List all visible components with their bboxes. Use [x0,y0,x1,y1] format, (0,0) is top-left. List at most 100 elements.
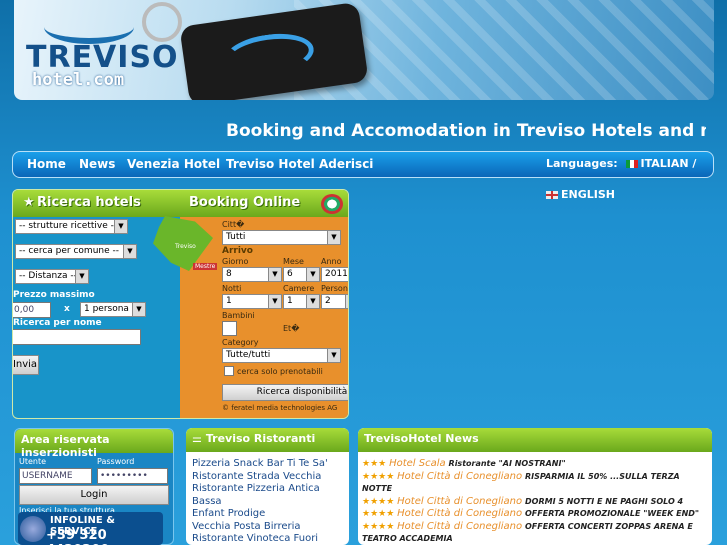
login-button[interactable]: Login [19,485,169,505]
news-title: TrevisoHotel News [358,428,712,452]
news-hotel[interactable]: Hotel Città di Conegliano [397,496,522,507]
header-banner: TREVISO hotel.com [14,0,714,100]
map-label-mestre[interactable]: Mestre [193,263,218,270]
languages-label: Languages: [546,157,618,170]
ristorante-link[interactable]: Enfant Prodige [192,508,328,521]
search-panel: ★ Ricerca hotels Booking Online -- strut… [12,189,349,419]
news-hotel[interactable]: Hotel Città di Conegliano [397,508,522,519]
infoline-banner[interactable]: INFOLINE & SERVICE +39 320 4420200 [18,512,163,545]
logo-sub: hotel.com [32,70,125,90]
prenotabili-checkbox[interactable] [224,366,234,376]
camere-label: Camere [283,284,315,293]
chevron-down-icon: ▼ [306,268,319,281]
news-panel: TrevisoHotel News ★★★ Hotel Scala Ristor… [358,428,712,545]
nav-treviso-hotel[interactable]: Treviso Hotel [226,157,315,171]
news-text[interactable]: OFFERTA PROMOZIONALE "WEEK END" [525,509,699,518]
ristorante-link[interactable]: Ristorante Pizzeria Antica [192,483,328,496]
news-item[interactable]: ★★★ Hotel Scala Ristorante "AI NOSTRANI" [362,458,707,471]
nav-home[interactable]: Home [27,157,66,171]
nav-news[interactable]: News [79,157,115,171]
persona-select[interactable]: 1 persona ▼ [80,302,146,317]
arrivo-label: Arrivo [222,246,253,256]
page: TREVISO hotel.com Booking and Accomodati… [0,0,727,545]
chevron-down-icon: ▼ [268,268,281,281]
bambini-input[interactable] [222,321,237,336]
chevron-down-icon: ▼ [114,220,127,233]
citta-select[interactable]: Tutti ▼ [222,230,341,245]
feratel-credit[interactable]: © feratel media technologies AG [222,404,337,412]
map-label-treviso: Treviso [175,243,196,250]
anno-select[interactable]: 2011▼ [321,267,348,282]
eta-label: Et� [283,324,300,333]
news-item[interactable]: ★★★★ Hotel Città di Conegliano OFFERTA C… [362,521,707,545]
ristoranti-title: Treviso Ristoranti [205,432,316,445]
nome-input[interactable] [13,329,141,345]
ristorante-link[interactable]: Pizzeria Snack Bar Ti Te Sa' [192,458,328,471]
lang-english[interactable]: ENGLISH [561,188,615,201]
news-item[interactable]: ★★★★ Hotel Città di Conegliano OFFERTA P… [362,508,707,521]
prenotabili-label: cerca solo prenotabili [237,367,323,376]
star-rating-icon: ★★★★ [362,509,395,519]
category-label: Category [222,338,259,347]
notti-label: Notti [222,284,242,293]
news-item[interactable]: ★★★★ Hotel Città di Conegliano DORMI 5 N… [362,496,707,509]
comune-select[interactable]: -- cerca per comune -- ▼ [15,244,137,259]
ristoranti-header: ⚌ Treviso Ristoranti [186,428,349,452]
times-symbol: x [64,304,70,314]
chevron-down-icon: ▼ [75,270,88,283]
password-field[interactable]: ••••••••• [97,468,168,484]
giorno-select[interactable]: 8 ▼ [222,267,282,282]
ristorante-link[interactable]: Ristorante Strada Vecchia [192,471,328,484]
distanza-select[interactable]: -- Distanza -- ▼ [15,269,89,284]
anno-label: Anno [321,257,342,266]
nav-venezia-hotel[interactable]: Venezia Hotel [127,157,220,171]
nav-aderisci[interactable]: Aderisci [319,157,373,171]
news-list: ★★★ Hotel Scala Ristorante "AI NOSTRANI"… [362,458,707,545]
lang-italian[interactable]: ITALIAN / [641,157,697,170]
nome-label: Ricerca per nome [13,318,102,328]
news-text[interactable]: Ristorante "AI NOSTRANI" [449,459,566,468]
mese-select[interactable]: 6 ▼ [283,267,320,282]
strutture-select[interactable]: -- strutture ricettive -- ▼ [15,219,128,234]
chevron-down-icon: ▼ [327,349,340,362]
star-rating-icon: ★★★ [362,459,387,469]
chevron-down-icon: ▼ [132,303,145,316]
news-hotel[interactable]: Hotel Città di Conegliano [397,471,522,482]
persone-label: Persone [321,284,348,293]
ricerca-hotels-title: Ricerca hotels [37,195,141,210]
news-text[interactable]: DORMI 5 NOTTI E NE PAGHI SOLO 4 [525,497,683,506]
chevron-down-icon: ▼ [268,295,281,308]
feratel-logo-icon [321,194,343,214]
bambini-label: Bambini [222,311,255,320]
invia-button[interactable]: Invia [13,355,39,375]
area-riservata-title: Area riservata inserzionisti [15,429,173,459]
language-selector: Languages: ITALIAN / [546,157,696,170]
username-field[interactable]: USERNAME [19,468,92,484]
ristorante-link[interactable]: Ristorante Vinoteca Fuori [192,533,328,545]
ristorante-link[interactable]: Bassa [192,496,328,509]
ristorante-link[interactable]: Vecchia Posta Birreria [192,521,328,534]
lang-english-link[interactable]: ENGLISH [546,188,615,201]
italy-flag-icon [625,160,638,168]
ricerca-disponibilita-button[interactable]: Ricerca disponibilità [222,384,348,401]
ristoranti-panel: ⚌ Treviso Ristoranti Pizzeria Snack Bar T… [186,428,349,545]
chevron-down-icon: ▼ [123,245,136,258]
utente-label: Utente [19,457,47,466]
giorno-label: Giorno [222,257,249,266]
chevron-down-icon: ▼ [306,295,319,308]
news-item[interactable]: ★★★★ Hotel Città di Conegliano RISPARMIA… [362,471,707,496]
star-rating-icon: ★★★★ [362,471,395,482]
category-select[interactable]: Tutte/tutti ▼ [222,348,341,363]
news-hotel[interactable]: Hotel Città di Conegliano [397,521,522,532]
star-rating-icon: ★★★★ [362,521,395,532]
camere-select[interactable]: 1 ▼ [283,294,320,309]
cutlery-icon: ⚌ [192,432,202,445]
star-rating-icon: ★★★★ [362,496,395,507]
notti-select[interactable]: 1 ▼ [222,294,282,309]
news-hotel[interactable]: Hotel Scala [389,458,446,469]
site-logo[interactable]: TREVISO hotel.com [24,10,178,90]
prezzo-input[interactable]: 0,00 [13,302,51,318]
persone-select[interactable]: 2▼ [321,294,348,309]
password-label: Password [97,457,135,466]
citta-label: Citt� [222,220,245,229]
